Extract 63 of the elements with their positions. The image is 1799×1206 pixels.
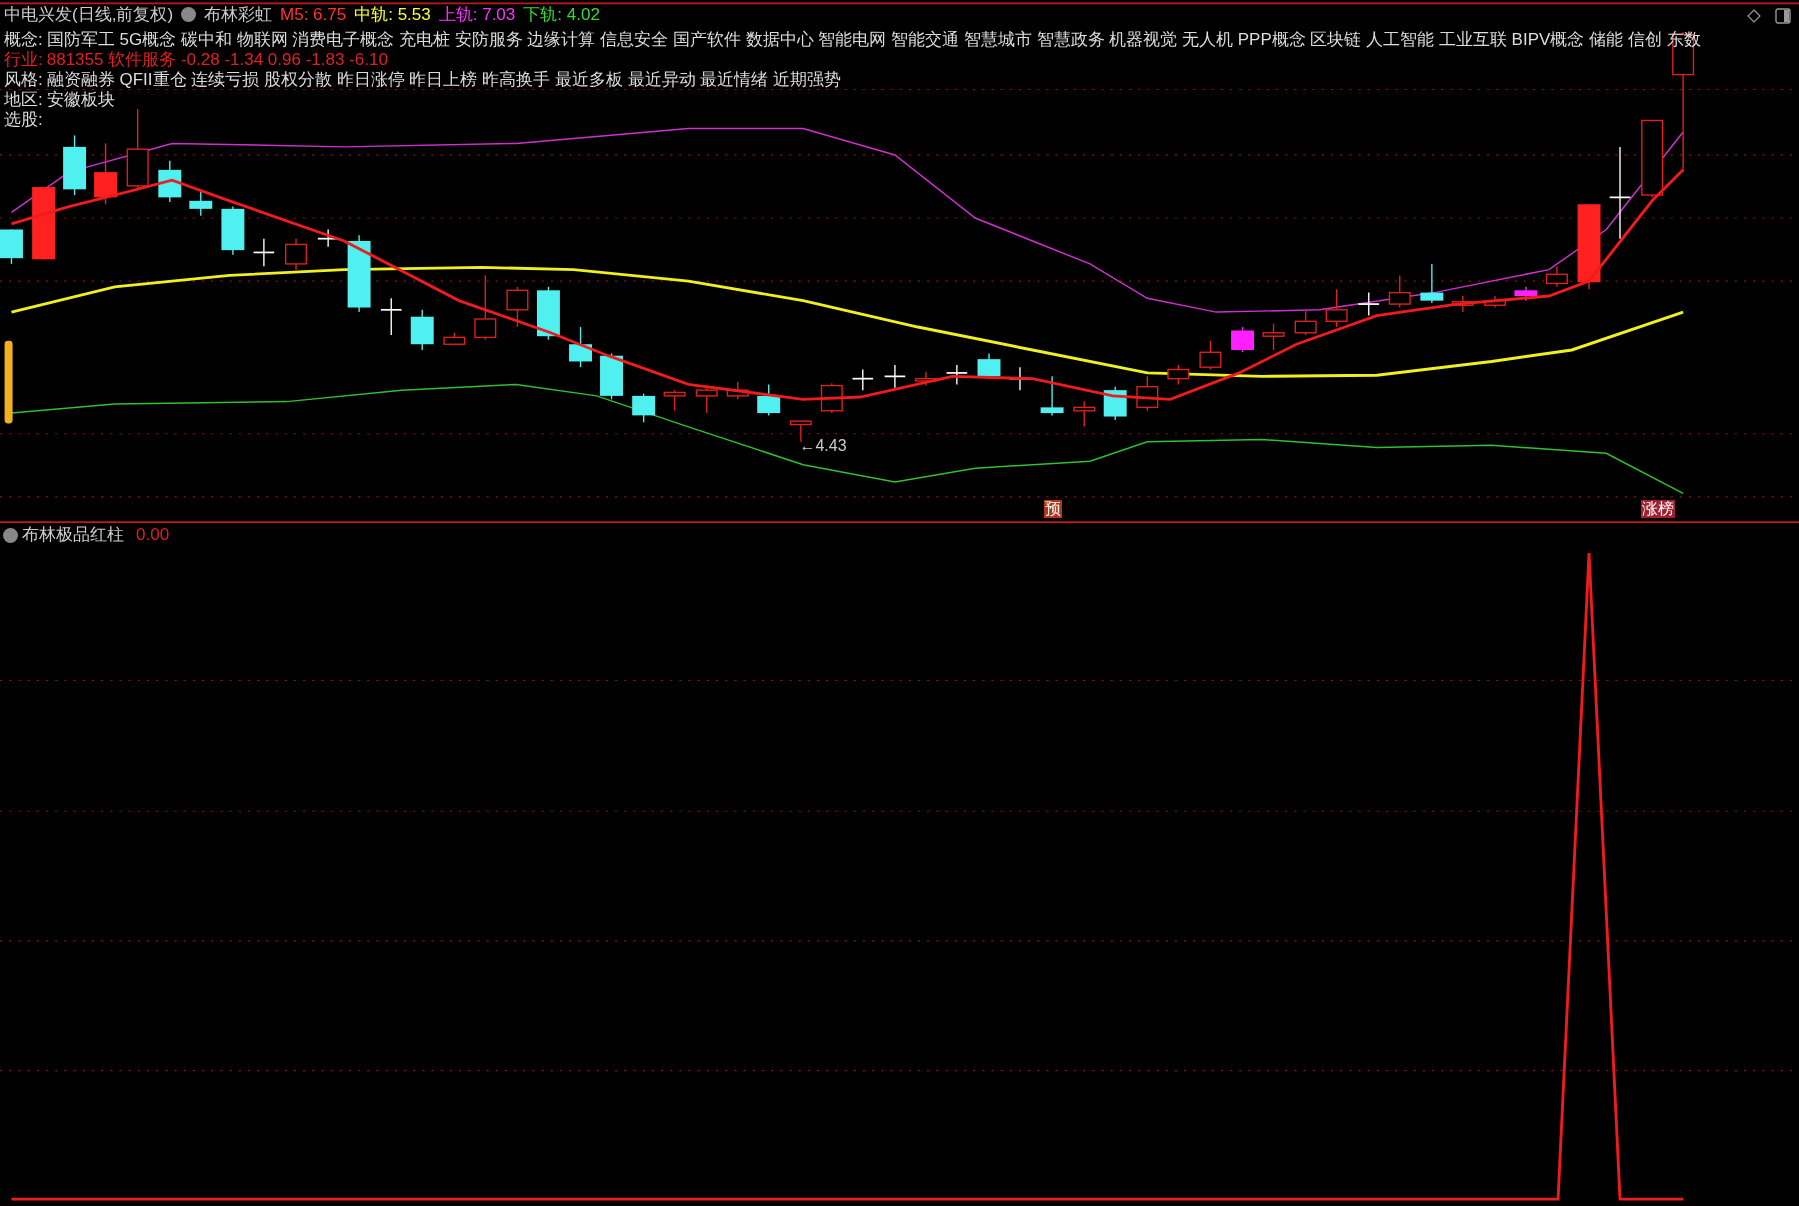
indicator-reading: 中轨: 5.53 bbox=[354, 4, 431, 26]
window-icon[interactable] bbox=[1775, 8, 1791, 24]
info-label: 选股: bbox=[4, 110, 43, 130]
candlestick bbox=[410, 309, 434, 351]
candlestick bbox=[1136, 375, 1159, 412]
info-label: 风格: bbox=[4, 70, 43, 90]
candlestick bbox=[94, 142, 118, 205]
candlestick bbox=[883, 364, 907, 389]
candlestick bbox=[1545, 265, 1568, 288]
candlestick bbox=[252, 238, 276, 267]
dropdown-icon[interactable] bbox=[3, 527, 18, 543]
candlestick bbox=[158, 159, 182, 203]
candlestick bbox=[757, 383, 781, 417]
candlestick bbox=[1420, 263, 1444, 304]
info-text: 881355 软件服务 -0.28 -1.34 0.96 -1.83 -6.10 bbox=[46, 50, 388, 70]
candlestick bbox=[600, 352, 623, 400]
info-text: 安徽板块 bbox=[46, 90, 115, 110]
candlestick bbox=[1451, 295, 1474, 313]
candlestick bbox=[536, 286, 560, 341]
info-label: 行业: bbox=[4, 50, 43, 70]
candlestick bbox=[1325, 288, 1348, 328]
candlestick bbox=[1040, 375, 1064, 417]
candlestick bbox=[221, 205, 245, 256]
signal-tag: 预 bbox=[1043, 499, 1062, 518]
candlestick bbox=[726, 381, 749, 400]
candlestick bbox=[1103, 386, 1127, 421]
candlestick bbox=[851, 368, 874, 391]
stock-title: 中电兴发(日线,前复权) bbox=[4, 4, 174, 26]
low-price-label: ←4.43 bbox=[799, 437, 847, 455]
candlestick bbox=[1294, 309, 1317, 336]
candlestick bbox=[1483, 295, 1506, 309]
candlestick bbox=[1262, 322, 1285, 351]
candlestick bbox=[474, 274, 497, 341]
candlestick bbox=[1388, 274, 1411, 309]
candlestick bbox=[0, 228, 23, 265]
candlestick bbox=[1231, 326, 1254, 353]
candlestick bbox=[1073, 400, 1096, 428]
indicator-reading: 下轨: 4.02 bbox=[523, 4, 600, 26]
info-label: 概念: bbox=[4, 30, 43, 50]
candlestick bbox=[663, 389, 686, 412]
indicator-reading: M5: 6.75 bbox=[280, 4, 347, 26]
candlestick bbox=[285, 238, 307, 271]
candlestick bbox=[1357, 291, 1380, 317]
candlestick bbox=[569, 326, 592, 368]
info-text: 融资融券 QFII重仓 连续亏损 股权分散 昨日涨停 昨日上榜 昨高换手 最近多板 最近异动 最近情绪 近期强势 bbox=[46, 70, 842, 90]
candlestick bbox=[945, 364, 969, 386]
candlestick bbox=[632, 392, 656, 423]
info-label: 地区: bbox=[4, 90, 43, 110]
candlestick bbox=[1514, 286, 1538, 302]
indicator-reading: 0.00 bbox=[136, 526, 170, 544]
candlestick bbox=[1199, 340, 1222, 371]
candlestick bbox=[1167, 364, 1190, 386]
candlestick bbox=[443, 332, 466, 345]
indicator-name: 布林彩虹 bbox=[204, 4, 273, 26]
candlestick bbox=[914, 371, 937, 387]
candlestick bbox=[506, 286, 529, 328]
candlestick bbox=[380, 297, 403, 336]
diamond-icon[interactable] bbox=[1747, 9, 1761, 23]
signal-tag: 涨榜 bbox=[1641, 499, 1676, 518]
indicator-reading: 上轨: 7.03 bbox=[438, 4, 516, 26]
indicator-name: 布林极品红柱 bbox=[22, 526, 124, 544]
dropdown-icon[interactable] bbox=[181, 7, 197, 22]
candlestick bbox=[63, 134, 87, 196]
